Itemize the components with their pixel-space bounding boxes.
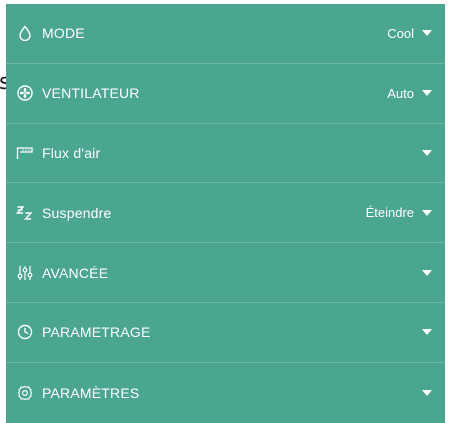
menu-item-label: PARAMETRAGE [42,324,151,341]
menu-item-value: Auto [387,85,414,101]
menu-item-label: PARAMÈTRES [42,384,140,401]
clock-icon [16,323,34,341]
airflow-icon [16,144,34,162]
droplet-icon [16,24,34,42]
sliders-icon [16,264,34,282]
menu-item-suspendre[interactable]: Suspendre Éteindre [6,183,445,244]
menu-item-ventilateur[interactable]: VENTILATEUR Auto [6,64,445,124]
menu-item-label: VENTILATEUR [42,85,140,102]
fan-icon [16,84,34,102]
chevron-down-icon [422,329,432,336]
menu-item-value: Cool [387,25,414,41]
menu-item-value: Éteindre [365,205,414,221]
menu-item-label: AVANCÉE [42,264,109,281]
sleep-icon [16,204,34,222]
chevron-down-icon [422,30,432,37]
chevron-down-icon [422,90,432,97]
menu-item-mode[interactable]: MODE Cool [6,4,445,64]
menu-item-label: Suspendre [42,204,112,221]
gear-icon [16,384,34,402]
menu-item-avancee[interactable]: AVANCÉE [6,243,445,303]
menu-item-parametres[interactable]: PARAMÈTRES [6,363,445,423]
menu-item-label: Flux d'air [42,144,101,161]
chevron-down-icon [422,149,432,156]
menu-item-label: MODE [42,25,85,42]
chevron-down-icon [422,209,432,216]
screen: s MODE Cool VENTILATEUR [0,0,451,423]
chevron-down-icon [422,389,432,396]
chevron-down-icon [422,269,432,276]
settings-menu: MODE Cool VENTILATEUR Auto Flux d'air Su… [6,4,445,423]
menu-item-flux-d-air[interactable]: Flux d'air [6,124,445,184]
menu-item-parametrage[interactable]: PARAMETRAGE [6,303,445,363]
